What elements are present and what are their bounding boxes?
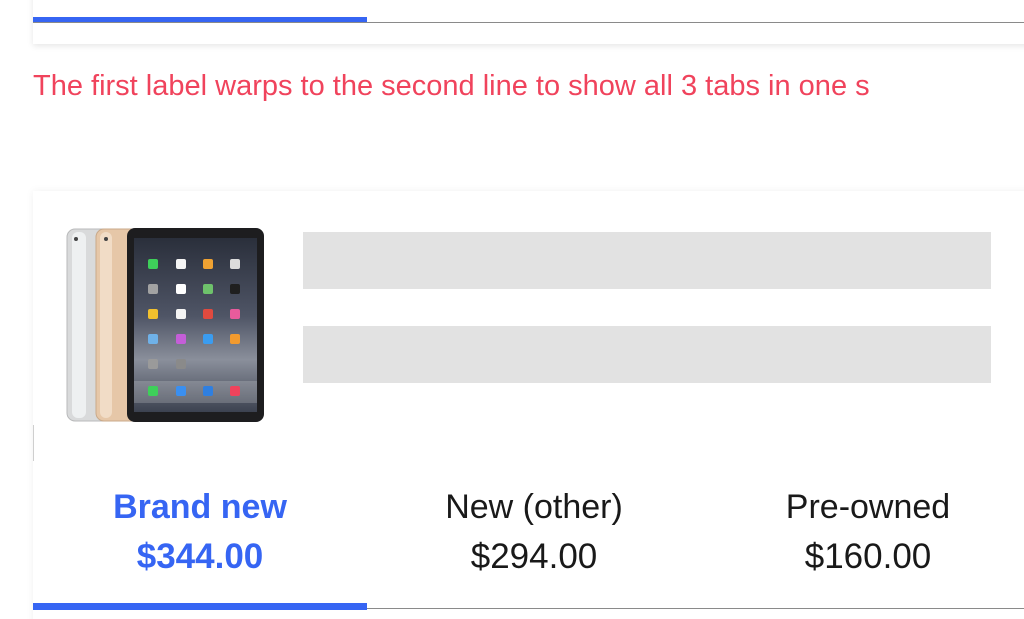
annotation-note: The first label warps to the second line…	[33, 70, 870, 102]
tab-label: New (other)	[445, 488, 623, 526]
top-tabs-baseline	[33, 22, 1024, 23]
tab-brand-new[interactable]: Brand new $344.00	[33, 478, 367, 610]
tab-pre-owned[interactable]: Pre-owned $160.00	[701, 478, 1024, 610]
top-tabs-card	[33, 0, 1024, 44]
card-edge-divider	[33, 425, 34, 461]
condition-tabs: Brand new $344.00 New (other) $294.00 Pr…	[33, 478, 1024, 610]
tablet-product-icon	[66, 226, 266, 424]
page: The first label warps to the second line…	[0, 0, 1024, 619]
active-tab-indicator	[33, 603, 367, 610]
tab-new-other[interactable]: New (other) $294.00	[367, 478, 701, 610]
tab-label: Brand new	[113, 488, 287, 526]
title-skeleton-line-2	[303, 326, 991, 383]
tab-price: $294.00	[470, 537, 598, 576]
title-skeleton-line-1	[303, 232, 991, 289]
tab-price: $160.00	[804, 537, 932, 576]
tab-price: $344.00	[136, 537, 264, 576]
tab-label: Pre-owned	[785, 488, 951, 526]
